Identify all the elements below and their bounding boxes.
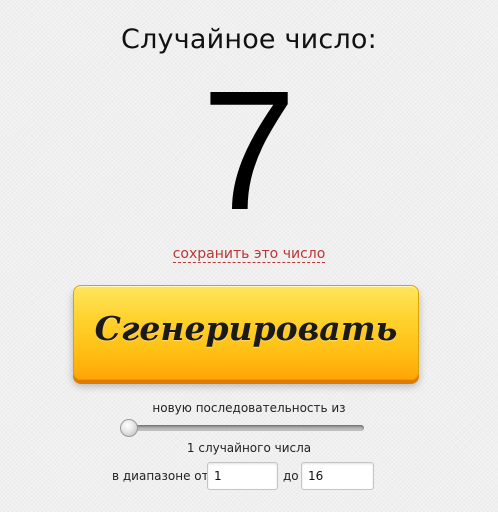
range-to-input[interactable] — [301, 462, 374, 490]
random-number-display: 7 — [201, 56, 297, 246]
save-number-link[interactable]: сохранить это число — [172, 246, 326, 263]
sequence-label: новую последовательность из — [152, 401, 346, 415]
count-slider[interactable] — [118, 418, 364, 438]
generate-button-label: Сгенерировать — [94, 309, 398, 348]
save-number-container: сохранить это число — [0, 244, 498, 264]
range-to-label: до — [283, 469, 299, 483]
range-from-input[interactable] — [207, 462, 278, 490]
generate-button[interactable]: Сгенерировать — [73, 285, 419, 380]
slider-track[interactable] — [122, 425, 364, 431]
page-title: Случайное число: — [121, 24, 377, 55]
range-row: в диапазоне от до — [0, 462, 498, 490]
range-from-label: в диапазоне от — [112, 469, 209, 483]
slider-handle[interactable] — [120, 419, 138, 437]
count-label: 1 случайного числа — [186, 441, 312, 455]
